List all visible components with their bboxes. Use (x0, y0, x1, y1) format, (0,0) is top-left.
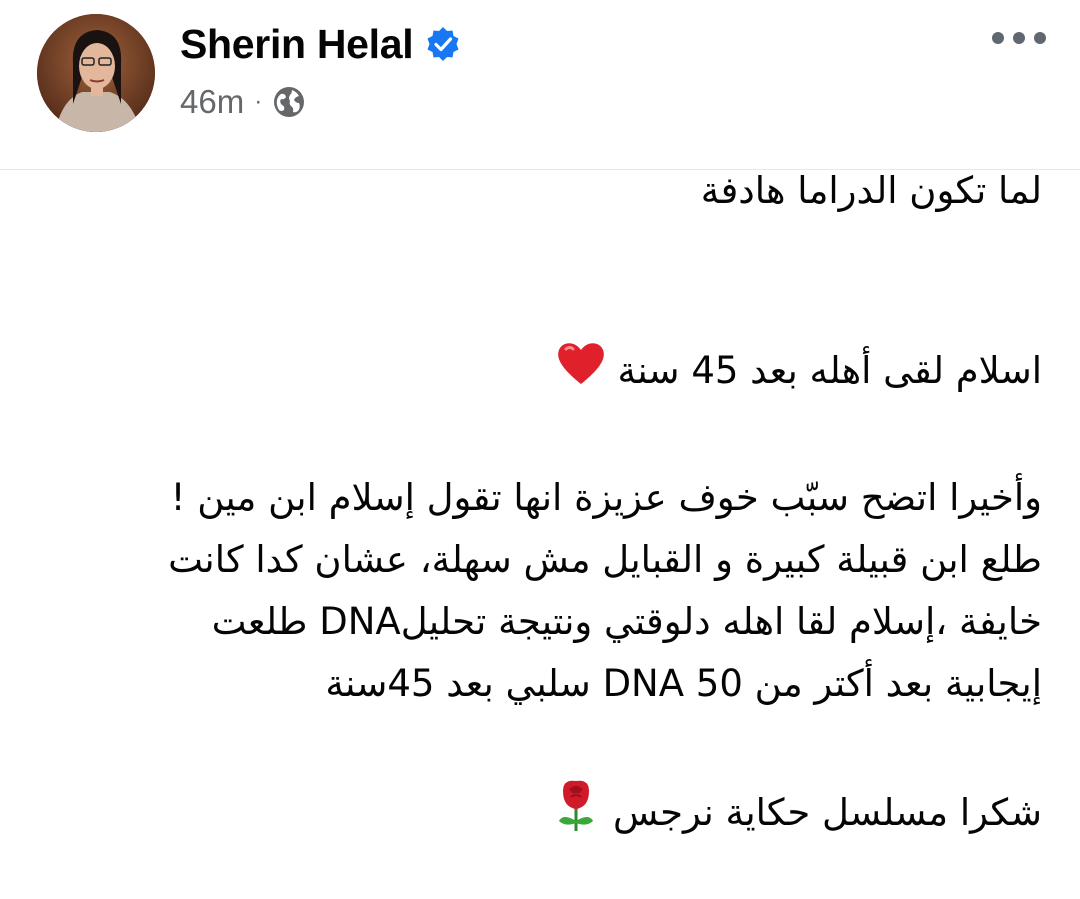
meta-separator: · (254, 88, 263, 115)
more-options-button[interactable] (988, 28, 1050, 48)
avatar[interactable] (37, 14, 155, 132)
facebook-post: Sherin Helal 46m · لما تكون الدراما هادف… (0, 0, 1080, 899)
post-para-line-1: وأخيرا اتضح سبّب خوف عزيزة انها تقول إسل… (170, 476, 1042, 519)
rose-emoji-icon (551, 777, 601, 852)
heart-emoji-icon (556, 340, 606, 405)
post-header: Sherin Helal 46m · (0, 0, 1080, 150)
author-name[interactable]: Sherin Helal (180, 21, 414, 68)
post-line-2: اسلام لقى أهله بعد 45 سنة (62, 340, 1042, 405)
author-row: Sherin Helal (180, 18, 461, 70)
post-para-line-2: طلع ابن قبيلة كبيرة و القبايل مش سهلة، ع… (168, 538, 1042, 581)
post-para-line-3: خايفة ،إسلام لقا اهله دلوقتي ونتيجة تحلي… (211, 600, 1042, 643)
post-line-1: لما تكون الدراما هادفة (700, 169, 1042, 212)
post-line-2-text: اسلام لقى أهله بعد 45 سنة (617, 349, 1042, 392)
post-body: لما تكون الدراما هادفة اسلام لقى أهله بع… (62, 160, 1042, 852)
verified-badge-icon (425, 26, 461, 62)
post-time[interactable]: 46m (180, 83, 244, 121)
post-para-line-4: إيجابية بعد أكتر من DNA 50 سلبي بعد 45سن… (325, 662, 1042, 705)
globe-icon[interactable] (272, 85, 306, 119)
post-thanks-text: شكرا مسلسل حكاية نرجس (613, 791, 1042, 834)
post-meta: 46m · (180, 80, 306, 124)
post-thanks-line: شكرا مسلسل حكاية نرجس (62, 777, 1042, 852)
